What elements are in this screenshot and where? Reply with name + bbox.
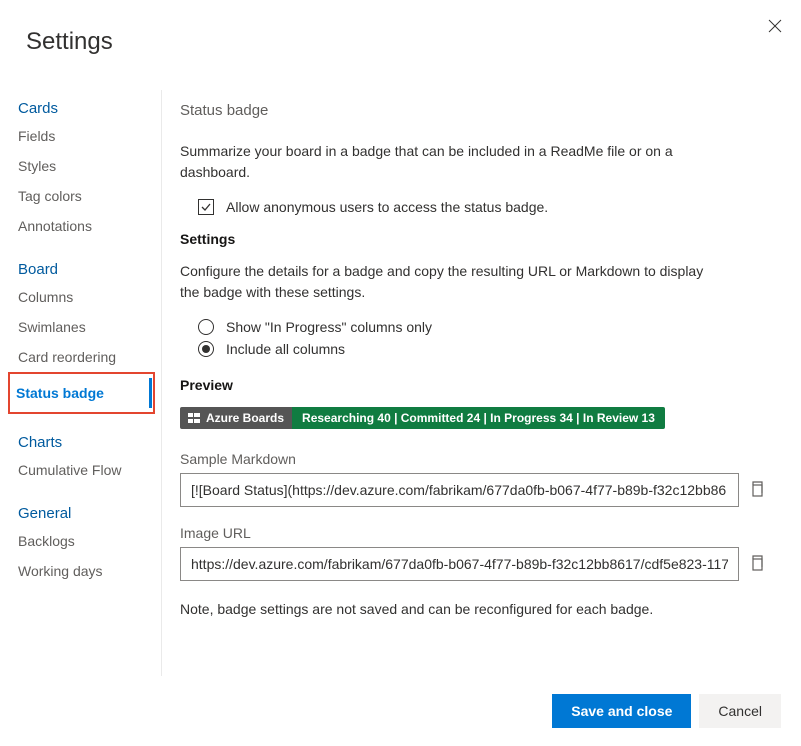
nav-item-fields[interactable]: Fields xyxy=(14,121,161,151)
settings-subheading: Settings xyxy=(180,231,767,247)
columns-option-all-label: Include all columns xyxy=(226,341,345,357)
nav-item-annotations[interactable]: Annotations xyxy=(14,211,161,241)
page-description: Summarize your board in a badge that can… xyxy=(180,141,720,183)
nav-heading-cards[interactable]: Cards xyxy=(14,94,161,121)
close-icon[interactable] xyxy=(767,18,783,34)
badge-left-text: Azure Boards xyxy=(206,411,284,425)
settings-description: Configure the details for a badge and co… xyxy=(180,261,720,303)
nav-active-indicator xyxy=(149,378,152,408)
save-and-close-button[interactable]: Save and close xyxy=(552,694,691,728)
nav-item-card-reordering[interactable]: Card reordering xyxy=(14,342,161,372)
nav-item-swimlanes[interactable]: Swimlanes xyxy=(14,312,161,342)
nav-heading-general[interactable]: General xyxy=(14,499,161,526)
nav-item-cumulative-flow[interactable]: Cumulative Flow xyxy=(14,455,161,485)
sample-markdown-label: Sample Markdown xyxy=(180,451,767,467)
page-title: Status badge xyxy=(180,102,767,119)
status-badge-preview: Azure Boards Researching 40 | Committed … xyxy=(180,407,665,429)
settings-main: Status badge Summarize your board in a b… xyxy=(162,90,801,676)
copy-imageurl-button[interactable] xyxy=(749,555,767,573)
copy-markdown-button[interactable] xyxy=(749,481,767,499)
note-text: Note, badge settings are not saved and c… xyxy=(180,599,767,620)
copy-icon xyxy=(749,481,765,497)
copy-icon xyxy=(749,555,765,571)
image-url-label: Image URL xyxy=(180,525,767,541)
dialog-title: Settings xyxy=(0,0,801,64)
nav-item-status-badge[interactable]: Status badge xyxy=(12,378,151,408)
nav-heading-board[interactable]: Board xyxy=(14,255,161,282)
nav-heading-charts[interactable]: Charts xyxy=(14,428,161,455)
nav-item-tag-colors[interactable]: Tag colors xyxy=(14,181,161,211)
nav-item-working-days[interactable]: Working days xyxy=(14,556,161,586)
azure-boards-icon xyxy=(188,412,200,424)
columns-option-inprogress-label: Show "In Progress" columns only xyxy=(226,319,432,335)
nav-item-label: Status badge xyxy=(16,385,104,401)
image-url-input[interactable] xyxy=(180,547,739,581)
columns-option-inprogress-radio[interactable] xyxy=(198,319,214,335)
badge-right-text: Researching 40 | Committed 24 | In Progr… xyxy=(292,407,665,429)
nav-item-styles[interactable]: Styles xyxy=(14,151,161,181)
columns-option-all-radio[interactable] xyxy=(198,341,214,357)
allow-anonymous-checkbox[interactable] xyxy=(198,199,214,215)
sample-markdown-input[interactable] xyxy=(180,473,739,507)
preview-subheading: Preview xyxy=(180,377,767,393)
cancel-button[interactable]: Cancel xyxy=(699,694,781,728)
settings-sidebar: Cards Fields Styles Tag colors Annotatio… xyxy=(0,90,162,676)
nav-item-status-badge-highlight: Status badge xyxy=(8,372,155,414)
nav-item-columns[interactable]: Columns xyxy=(14,282,161,312)
nav-item-backlogs[interactable]: Backlogs xyxy=(14,526,161,556)
allow-anonymous-label: Allow anonymous users to access the stat… xyxy=(226,199,548,215)
